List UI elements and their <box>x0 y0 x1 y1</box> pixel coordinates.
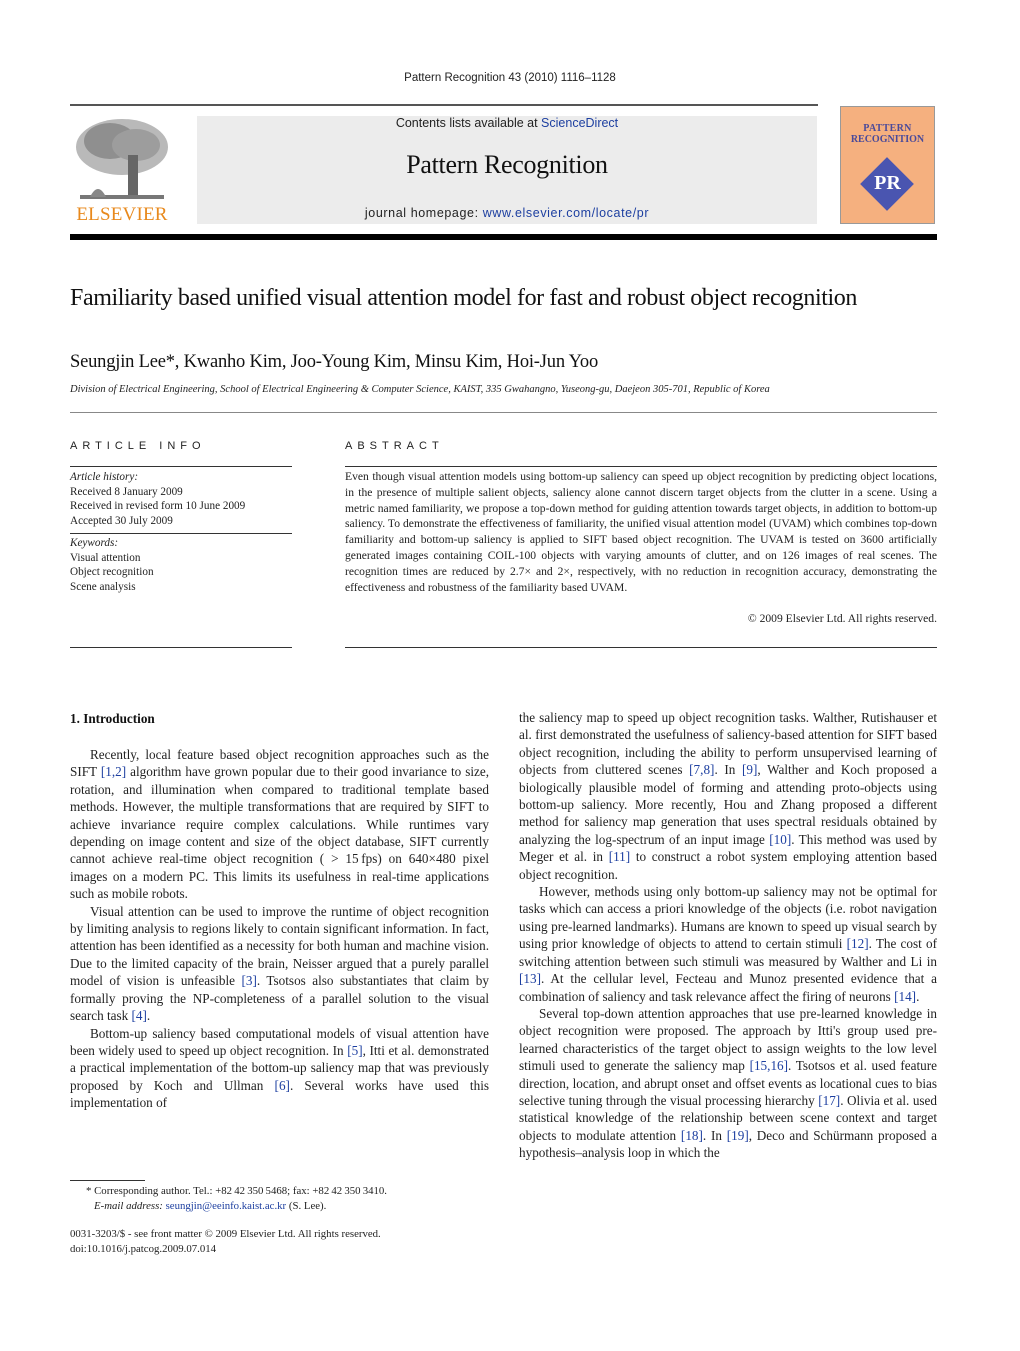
email-label: E-mail address: <box>94 1200 166 1212</box>
doi[interactable]: doi:10.1016/j.patcog.2009.07.014 <box>70 1242 381 1257</box>
body-column-right: the saliency map to speed up object reco… <box>519 709 937 1162</box>
info-rule <box>70 533 292 534</box>
abstract-rule <box>345 647 937 648</box>
body-paragraph: Visual attention can be used to improve … <box>70 903 489 1025</box>
citation-link[interactable]: [18] <box>681 1128 703 1143</box>
citation-link[interactable]: [14] <box>894 989 916 1004</box>
citation-link[interactable]: [1,2] <box>101 764 126 779</box>
keyword-item: Visual attention <box>70 551 141 564</box>
elsevier-wordmark[interactable]: ELSEVIER <box>70 204 174 226</box>
citation-link[interactable]: [11] <box>609 849 630 864</box>
cover-title-line1: PATTERN <box>863 123 912 134</box>
citation-link[interactable]: [15,16] <box>750 1058 788 1073</box>
footnote: * Corresponding author. Tel.: +82 42 350… <box>70 1184 500 1214</box>
citation-link[interactable]: [12] <box>847 936 869 951</box>
article-authors: Seungjin Lee*, Kwanho Kim, Joo-Young Kim… <box>70 352 599 372</box>
citation-link[interactable]: [6] <box>275 1078 290 1093</box>
history-item: Accepted 30 July 2009 <box>70 514 173 527</box>
sciencedirect-link[interactable]: ScienceDirect <box>541 116 618 130</box>
body-text: algorithm have grown popular due to thei… <box>70 764 489 902</box>
citation-link[interactable]: [13] <box>519 971 541 986</box>
citation-link[interactable]: [10] <box>769 832 791 847</box>
email-link[interactable]: seungjin@eeinfo.kaist.ac.kr <box>166 1200 287 1212</box>
section-heading: 1. Introduction <box>70 711 155 726</box>
body-paragraph: the saliency map to speed up object reco… <box>519 709 937 883</box>
body-text: . <box>146 1008 151 1024</box>
citation-link[interactable]: [9] <box>742 762 757 777</box>
top-rule <box>70 104 818 106</box>
abstract-heading: ABSTRACT <box>345 440 444 452</box>
body-paragraph: Several top-down attention approaches th… <box>519 1005 937 1162</box>
body-paragraph: However, methods using only bottom-up sa… <box>519 883 937 1005</box>
body-text: . At the cellular level, Fecteau and Mun… <box>519 971 937 1004</box>
body-paragraph: Recently, local feature based object rec… <box>70 746 489 903</box>
abstract-copyright: © 2009 Elsevier Ltd. All rights reserved… <box>747 612 937 625</box>
body-text: . In <box>714 762 743 778</box>
keywords-label: Keywords: <box>70 537 119 549</box>
affiliation-rule <box>70 412 937 413</box>
citation-link[interactable]: [5] <box>347 1043 362 1058</box>
cover-title-line2: RECOGNITION <box>850 134 925 145</box>
author-affiliation: Division of Electrical Engineering, Scho… <box>70 384 770 395</box>
citation-link[interactable]: [3] <box>242 973 257 988</box>
article-info-heading: ARTICLE INFO <box>70 440 206 452</box>
body-paragraph: Bottom-up saliency based computational m… <box>70 1025 489 1112</box>
body-text: . In <box>702 1127 727 1143</box>
journal-reference: Pattern Recognition 43 (2010) 1116–1128 <box>404 72 616 84</box>
abstract-rule <box>345 466 937 467</box>
article-title: Familiarity based unified visual attenti… <box>70 285 858 311</box>
citation-link[interactable]: [17] <box>818 1093 840 1108</box>
front-matter: 0031-3203/$ - see front matter © 2009 El… <box>70 1227 381 1257</box>
footnote-rule <box>70 1180 145 1181</box>
citation-link[interactable]: [7,8] <box>689 762 714 777</box>
citation-link[interactable]: [4] <box>132 1008 147 1023</box>
issn-copyright: 0031-3203/$ - see front matter © 2009 El… <box>70 1228 381 1240</box>
cover-emblem-text: PR <box>874 172 901 194</box>
contents-prefix: Contents lists available at <box>395 116 542 130</box>
body-text: . <box>916 988 920 1004</box>
history-item: Received 8 January 2009 <box>70 485 183 498</box>
journal-name: Pattern Recognition <box>406 150 608 179</box>
citation-link[interactable]: [19] <box>727 1128 749 1143</box>
article-history: Article history: Received 8 January 2009… <box>70 470 245 528</box>
history-item: Received in revised form 10 June 2009 <box>70 500 246 512</box>
info-rule <box>70 466 292 467</box>
keyword-item: Scene analysis <box>70 580 136 593</box>
keyword-item: Object recognition <box>70 566 154 578</box>
email-line: E-mail address: seungjin@eeinfo.kaist.ac… <box>70 1199 500 1214</box>
keywords: Keywords: Visual attention Object recogn… <box>70 536 154 594</box>
history-label: Article history: <box>70 471 139 483</box>
homepage-link[interactable]: www.elsevier.com/locate/pr <box>483 206 649 220</box>
journal-cover-image[interactable]: PATTERN RECOGNITION PR <box>840 106 935 224</box>
homepage-prefix: journal homepage: <box>364 206 483 220</box>
email-suffix: (S. Lee). <box>286 1200 327 1212</box>
abstract-text: Even though visual attention models usin… <box>345 470 937 594</box>
contents-line: Contents lists available at ScienceDirec… <box>197 116 817 130</box>
corresponding-author-note: * Corresponding author. Tel.: +82 42 350… <box>86 1185 387 1197</box>
homepage-line: journal homepage: www.elsevier.com/locat… <box>197 206 817 220</box>
body-column-left: Recently, local feature based object rec… <box>70 746 489 1112</box>
info-rule <box>70 647 292 648</box>
header-thick-rule <box>70 234 937 240</box>
